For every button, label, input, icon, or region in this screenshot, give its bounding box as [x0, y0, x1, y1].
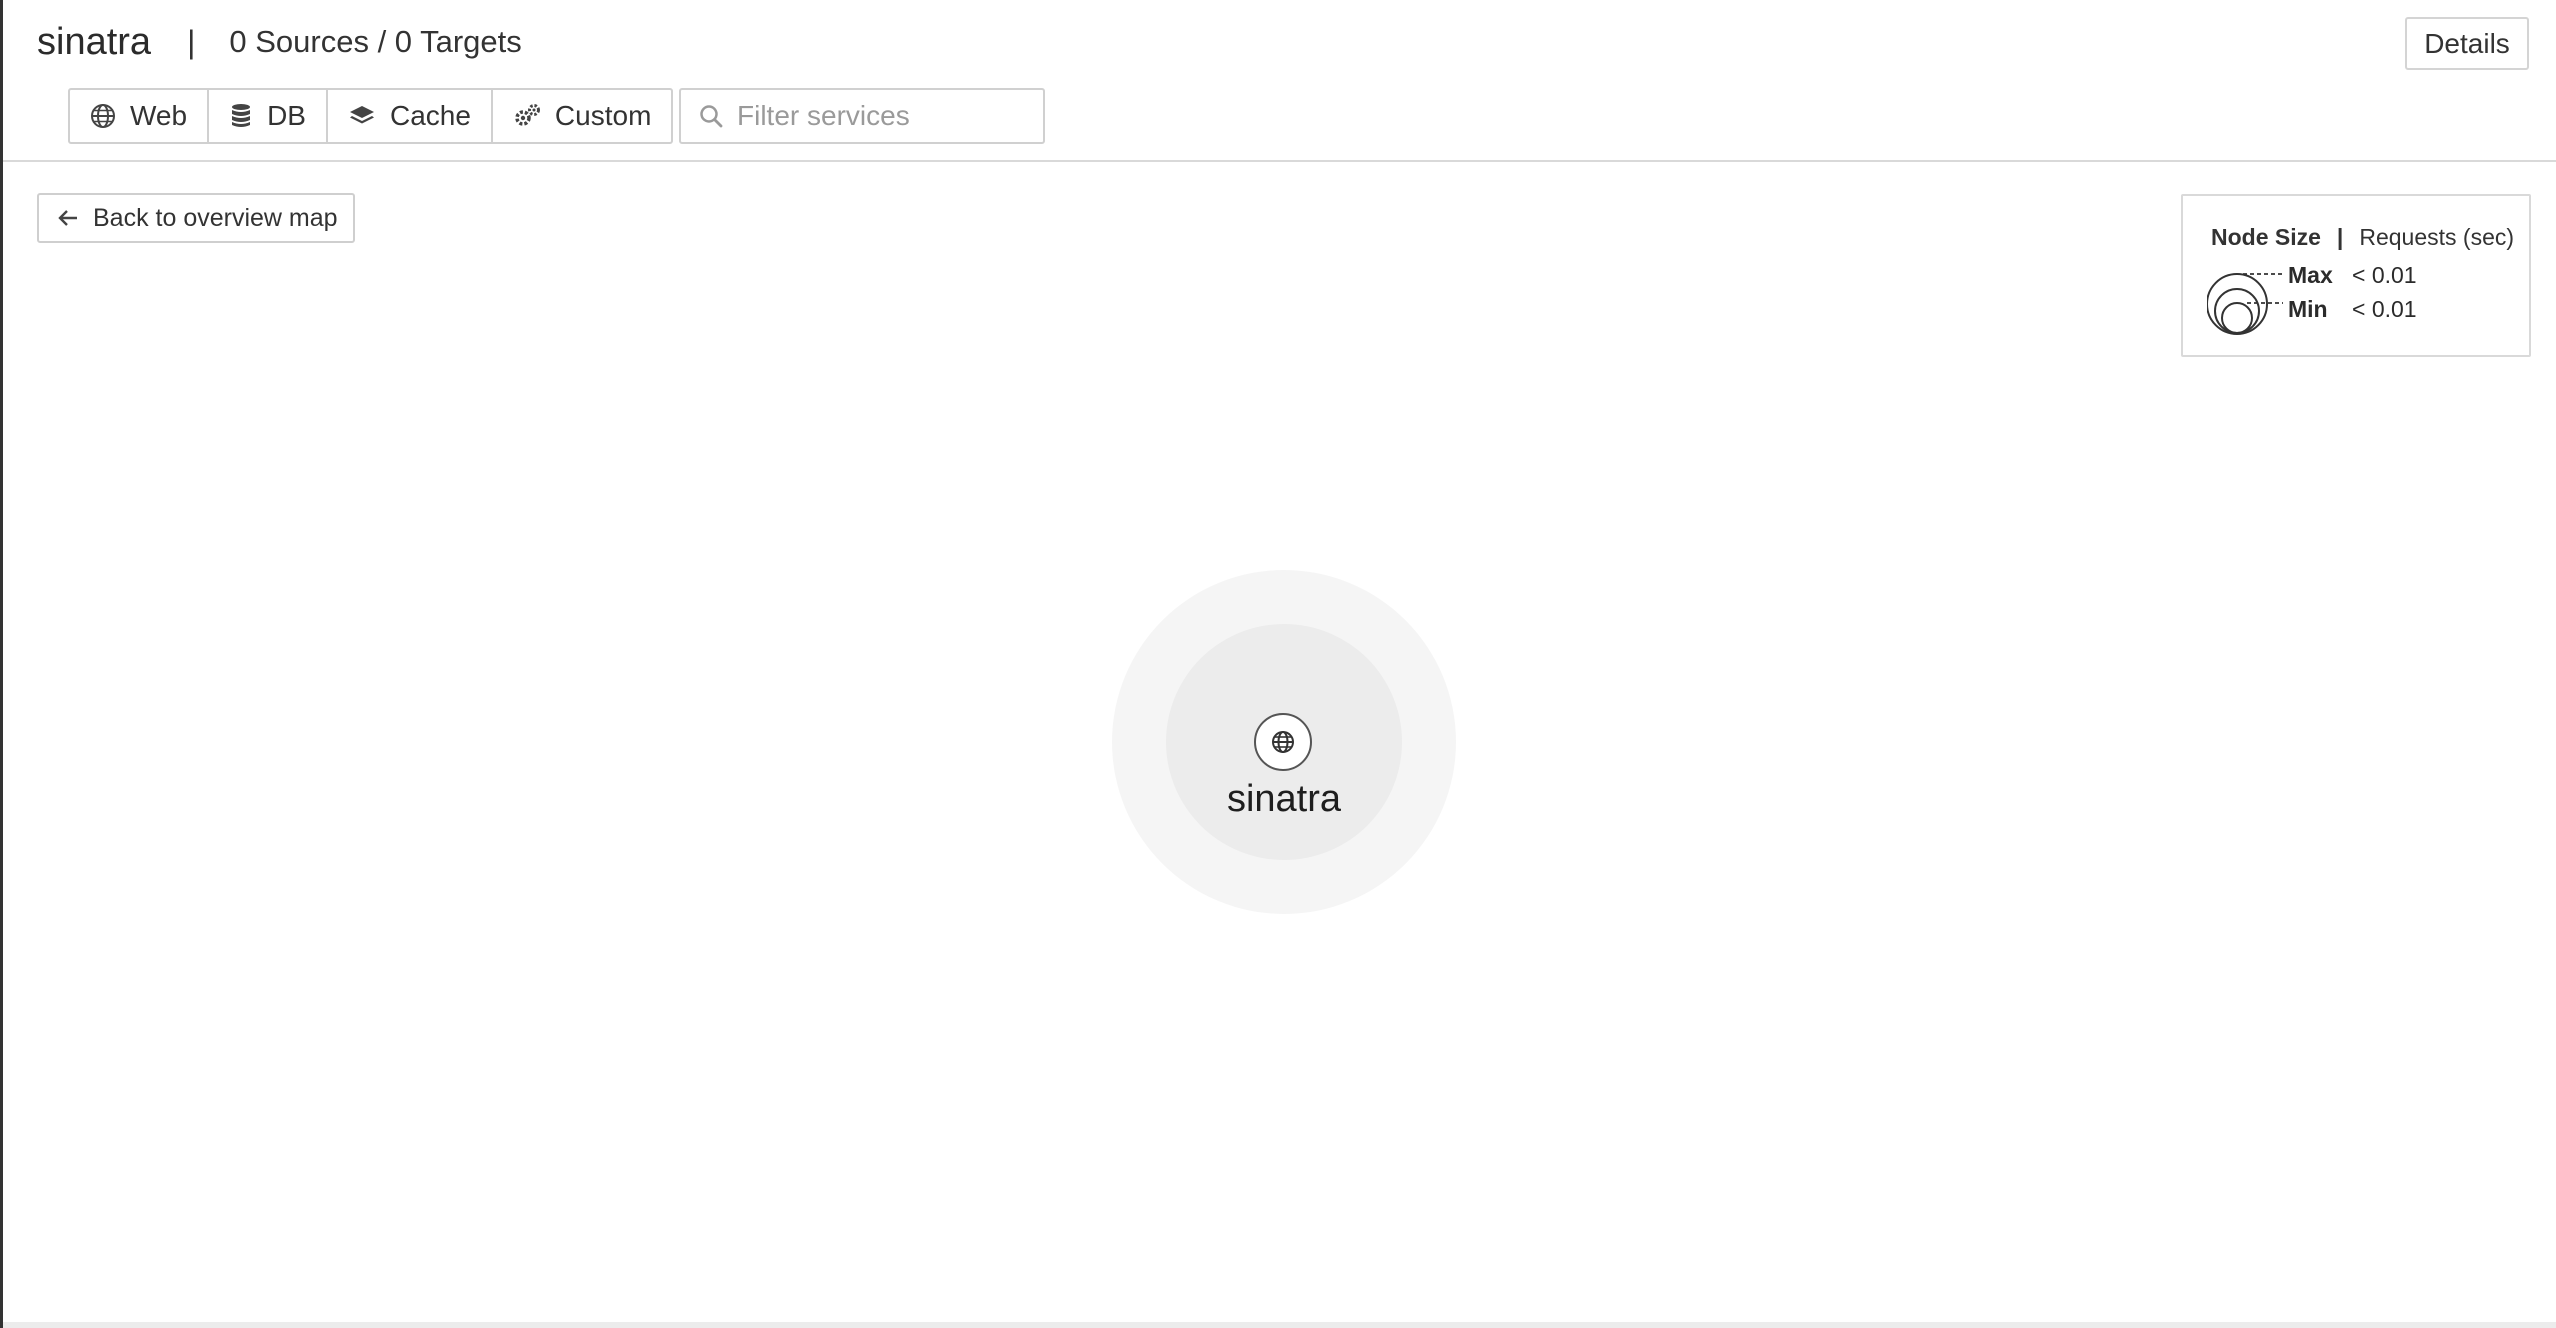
gears-icon [515, 104, 540, 126]
filter-db-label: DB [267, 100, 306, 131]
back-to-overview-label: Back to overview map [93, 203, 338, 232]
legend-min-row: Min < 0.01 [2288, 296, 2417, 323]
filter-web-button[interactable]: Web [70, 90, 210, 142]
legend-min-label: Min [2288, 296, 2328, 322]
legend-metric: Requests (sec) [2359, 224, 2515, 250]
service-node[interactable] [1254, 713, 1312, 771]
arrow-left-icon [58, 210, 77, 226]
node-size-circles-icon [2207, 273, 2283, 335]
bottom-scroll-strip [3, 1322, 2556, 1328]
back-to-overview-button[interactable]: Back to overview map [37, 193, 355, 243]
filter-custom-button[interactable]: Custom [493, 90, 671, 142]
title-separator: | [187, 23, 196, 60]
filter-db-button[interactable]: DB [209, 90, 328, 142]
legend-header: Node Size | Requests (sec) [2211, 224, 2514, 251]
search-icon [700, 105, 723, 128]
globe-icon [91, 104, 115, 128]
filter-web-label: Web [130, 100, 188, 131]
details-button[interactable]: Details [2405, 17, 2529, 70]
app-frame: sinatra | 0 Sources / 0 Targets Details … [0, 0, 2556, 1328]
globe-icon [1272, 731, 1294, 753]
filter-custom-label: Custom [554, 100, 652, 131]
search-input[interactable] [735, 99, 1029, 133]
legend-max-value: < 0.01 [2352, 262, 2417, 288]
service-type-filter-group: Web DB Cache Custom [68, 88, 674, 144]
legend-max-row: Max < 0.01 [2288, 262, 2417, 289]
legend-separator: | [2336, 224, 2344, 250]
page-title: sinatra [37, 20, 152, 63]
filter-cache-label: Cache [389, 100, 471, 131]
legend-title: Node Size [2211, 224, 2321, 250]
service-node-label: sinatra [1226, 778, 1342, 820]
legend-max-label: Max [2288, 262, 2333, 288]
header-bar: sinatra | 0 Sources / 0 Targets Details … [3, 0, 2556, 162]
database-icon [232, 104, 251, 127]
filter-cache-button[interactable]: Cache [328, 90, 493, 142]
legend-min-value: < 0.01 [2352, 296, 2417, 322]
layers-icon [349, 106, 374, 124]
filter-services-search[interactable] [679, 88, 1045, 144]
sources-targets-summary: 0 Sources / 0 Targets [229, 24, 522, 59]
title-row: sinatra | 0 Sources / 0 Targets [37, 14, 522, 70]
node-size-legend: Node Size | Requests (sec) Max < 0.01 Mi… [2181, 194, 2531, 357]
